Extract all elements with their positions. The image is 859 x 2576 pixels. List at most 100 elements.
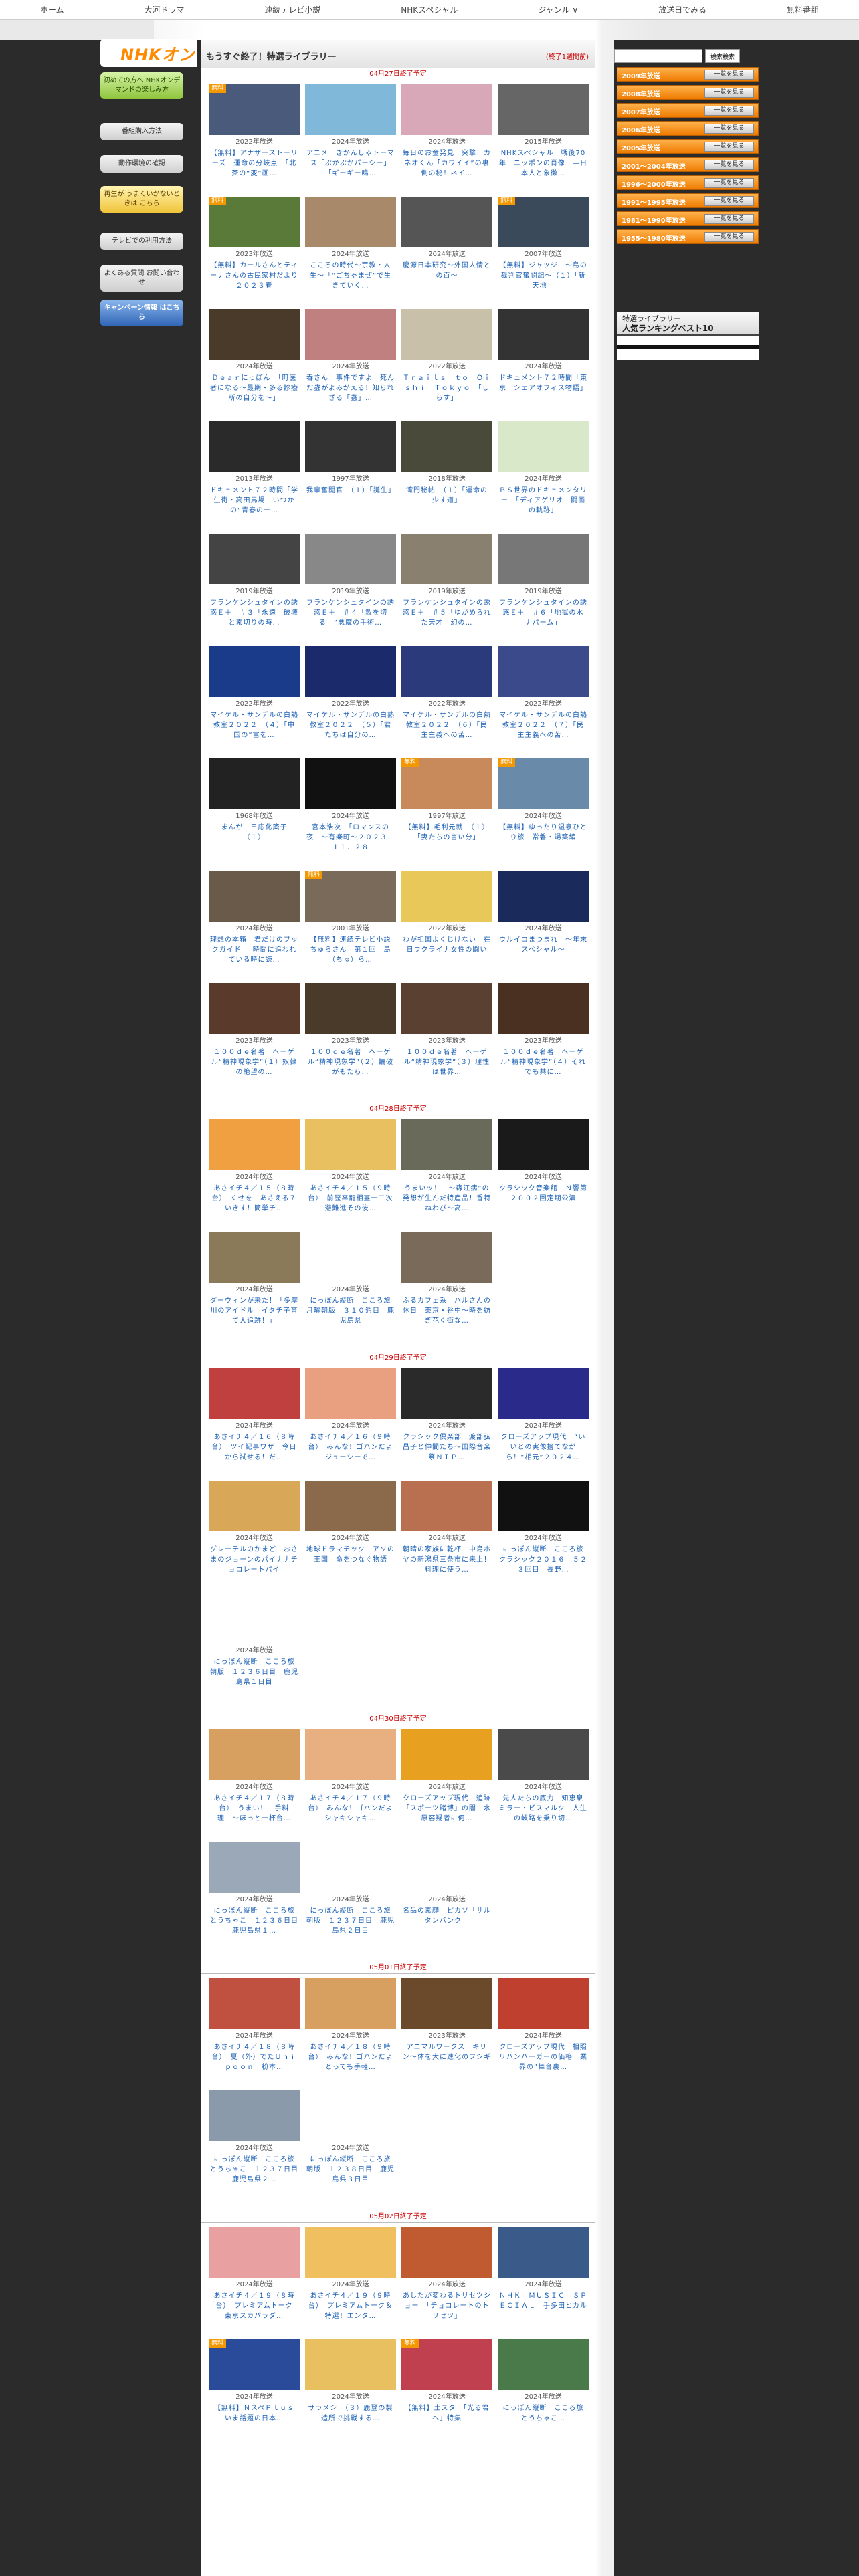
program-title-link[interactable]: Ｄｅａｒにっぽん 「町医者になる〜最期・多る診療所の自分を〜」 [210, 373, 298, 403]
program-title-link[interactable]: Ｔｒａｉｌｓ ｔｏ Ｏｉｓｈｉ Ｔｏｋｙｏ 「しらす」 [403, 373, 491, 403]
program-thumbnail[interactable] [401, 1119, 492, 1170]
program-card[interactable]: 2023年放送 アニマルワークス キリン〜体を大に進化のフシギ [401, 1978, 492, 2090]
program-card[interactable]: 無料 2001年放送 【無料】連続テレビ小説 ちゅらさん 第１回 島（ちゅ）ら… [305, 871, 396, 983]
program-card[interactable]: 2024年放送 グレーテルのかまど おさまのジョーンのパイナナチョコレートパイ [209, 1481, 300, 1593]
program-title-link[interactable]: 【無料】連続テレビ小説 ちゅらさん 第１回 島（ちゅ）ら… [306, 935, 395, 965]
program-thumbnail[interactable] [401, 534, 492, 584]
program-title-link[interactable]: クローズアップ現代 相照リハンバーガーの価格 業界の”舞台裏… [499, 2042, 587, 2072]
program-card[interactable]: 2015年放送 NHKスペシャル 戦後70年 ニッポンの肖像 ―日本人と象徴… [498, 84, 589, 197]
view-list-button[interactable]: 一覧を見る [704, 70, 754, 80]
program-thumbnail[interactable] [498, 534, 589, 584]
program-card[interactable]: 2024年放送 にっぽん縦断 こころ旅 とうちゃこ… [498, 2339, 589, 2452]
program-title-link[interactable]: あさイチ４／１７（９時台） みんな！ゴハンだよ シャキシャキ… [306, 1794, 395, 1824]
program-thumbnail[interactable] [498, 1368, 589, 1419]
program-thumbnail[interactable] [305, 1232, 396, 1283]
program-thumbnail[interactable] [305, 2339, 396, 2390]
program-thumbnail[interactable] [209, 1593, 300, 1644]
program-title-link[interactable]: 毎日のお金発見 突撃！カネオくん「カワイイ”の裏側の秘！ネイ… [403, 148, 491, 179]
program-thumbnail[interactable] [209, 534, 300, 584]
program-title-link[interactable]: にっぽん縦断 こころ旅 月曜朝版 ３１０週目 鹿児島県 [306, 1296, 395, 1326]
program-thumbnail[interactable] [401, 1842, 492, 1893]
program-thumbnail[interactable] [209, 421, 300, 472]
program-card[interactable]: 2022年放送 マイケル・サンデルの白熱教室２０２２ （６）「民主主義への苦… [401, 646, 492, 758]
program-card[interactable]: 1968年放送 まんが 日応化簗子 （１） [209, 758, 300, 871]
program-title-link[interactable]: マイケル・サンデルの白熱教室２０２２ （５）「君たちは自分の… [306, 710, 395, 740]
program-thumbnail[interactable] [209, 1481, 300, 1531]
program-title-link[interactable]: ダーウィンが来た！「多摩川のアイドル イタチ子育て大追跡！」 [210, 1296, 298, 1326]
program-card[interactable]: 2024年放送 にっぽん縦断 こころ旅 とうちゃこ １２３７日目 鹿児島県２… [209, 2090, 300, 2203]
program-title-link[interactable]: ドキュメント７２時間「東京 シェアオフィス物語」 [499, 373, 587, 393]
view-list-button[interactable]: 一覧を見る [704, 232, 754, 242]
program-card[interactable]: 無料 2022年放送 【無料】アナザーストーリーズ 運命の分岐点 「北斎の“変”画… [209, 84, 300, 197]
year-archive-item[interactable]: 1991〜1995年放送 一覧を見る [617, 193, 759, 208]
left-nav-button-2[interactable]: 動作環境の確認 [100, 155, 183, 173]
program-title-link[interactable]: こころの時代〜宗教・人生〜「“ごちゃまぜ”で生きていく… [306, 261, 395, 291]
program-card[interactable]: 2024年放送 クローズアップ現代 追跡「スポーツ賭博」の闇 水原容疑者に何… [401, 1729, 492, 1842]
program-title-link[interactable]: １００ｄｅ名著 ヘーゲル“精神現象学”（３）理性は世界… [403, 1047, 491, 1077]
view-list-button[interactable]: 一覧を見る [704, 106, 754, 116]
program-thumbnail[interactable] [209, 2090, 300, 2141]
program-thumbnail[interactable] [305, 84, 396, 135]
program-title-link[interactable]: にっぽん縦断 こころ旅 とうちゃこ １２３７日目 鹿児島県２… [210, 2155, 298, 2185]
program-card[interactable]: 2024年放送 あさイチ４／１９（９時台） プレミアムトーク＆特選！エンタ… [305, 2227, 396, 2339]
program-card[interactable]: 2024年放送 あさイチ４／１５（９時台） 前歴卒龍相臺一二次避難進その後… [305, 1119, 396, 1232]
program-thumbnail[interactable] [209, 1119, 300, 1170]
program-title-link[interactable]: フランケンシュタインの誘惑Ｅ＋ ＃５「ゆがめられた天才 幻の… [403, 598, 491, 628]
program-thumbnail[interactable] [401, 1729, 492, 1780]
year-archive-item[interactable]: 1996〜2000年放送 一覧を見る [617, 175, 759, 190]
program-card[interactable]: 2024年放送 アニメ きかんしゃトーマス「ぷかぷかパーシー」「ギーギー鳴… [305, 84, 396, 197]
program-card[interactable]: 2024年放送 サラメシ （３）鹿登の製造所で挑戦する… [305, 2339, 396, 2452]
program-thumbnail[interactable] [305, 983, 396, 1034]
program-title-link[interactable]: 【無料】ジャッジ 〜島の裁判官奮闘記〜（１）「新天地」 [499, 261, 587, 291]
left-nav-button-4[interactable]: テレビでの利用方法 [100, 233, 183, 250]
program-card[interactable]: 2024年放送 Ｄｅａｒにっぽん 「町医者になる〜最期・多る診療所の自分を〜」 [209, 309, 300, 421]
program-card[interactable]: 2018年放送 湾門秘帖 （１）「運命の少す道」 [401, 421, 492, 534]
topnav-item-0[interactable]: ホーム [40, 4, 64, 15]
program-card[interactable]: 2024年放送 こころの時代〜宗教・人生〜「“ごちゃまぜ”で生きていく… [305, 197, 396, 309]
program-title-link[interactable]: 地球ドラマチック アソの王国 命をつなぐ物語 [306, 1545, 395, 1565]
program-title-link[interactable]: にっぽん縦断 こころ旅 朝版 １２３７日目 鹿児島県２日目 [306, 1906, 395, 1936]
program-card[interactable]: 2024年放送 にっぽん縦断 こころ旅 とうちゃこ １２３６日目 鹿児島県１… [209, 1842, 300, 1954]
nhk-ondemand-logo[interactable]: NHKオン [120, 41, 195, 65]
program-thumbnail[interactable] [209, 309, 300, 360]
program-thumbnail[interactable] [209, 1978, 300, 2029]
topnav-item-3[interactable]: NHKスペシャル [401, 4, 458, 15]
program-card[interactable]: 2019年放送 フランケンシュタインの誘惑Ｅ＋ ＃６「地獄の水 ナパーム」 [498, 534, 589, 646]
program-title-link[interactable]: フランケンシュタインの誘惑Ｅ＋ ＃３「永遠 破壊と素切りの時… [210, 598, 298, 628]
year-archive-item[interactable]: 2006年放送 一覧を見る [617, 121, 759, 136]
program-title-link[interactable]: クラシック倶楽部 渡部弘昌子と仲間たち〜国際音楽祭ＮＩＰ… [403, 1432, 491, 1463]
program-title-link[interactable]: マイケル・サンデルの白熱教室２０２２ （７）「民主主義への苦… [499, 710, 587, 740]
program-title-link[interactable]: フランケンシュタインの誘惑Ｅ＋ ＃６「地獄の水 ナパーム」 [499, 598, 587, 628]
program-title-link[interactable]: 先人たちの底力 知恵泉 ミラー・ビスマルク 人生の岐路を乗り切… [499, 1794, 587, 1824]
program-thumbnail[interactable] [305, 1729, 396, 1780]
program-card[interactable]: 2024年放送 吞さん！事件ですよ 死んだ蟲がよみがえる！知られざる「蟲」… [305, 309, 396, 421]
program-title-link[interactable]: サラメシ （３）鹿登の製造所で挑戦する… [306, 2403, 395, 2424]
program-title-link[interactable]: クラシック音楽館 Ｎ響第２００２回定期公演 [499, 1184, 587, 1204]
program-title-link[interactable]: アニメ きかんしゃトーマス「ぷかぷかパーシー」「ギーギー鳴… [306, 148, 395, 179]
program-card[interactable]: 2024年放送 宮本浩次 「ロマンスの夜 〜有楽町〜２０２３．１１．２８ [305, 758, 396, 871]
program-title-link[interactable]: 宮本浩次 「ロマンスの夜 〜有楽町〜２０２３．１１．２８ [306, 823, 395, 853]
program-card[interactable]: 2019年放送 フランケンシュタインの誘惑Ｅ＋ ＃３「永遠 破壊と素切りの時… [209, 534, 300, 646]
program-thumbnail[interactable] [305, 309, 396, 360]
topnav-item-2[interactable]: 連続テレビ小説 [264, 4, 320, 15]
program-card[interactable]: 2022年放送 Ｔｒａｉｌｓ ｔｏ Ｏｉｓｈｉ Ｔｏｋｙｏ 「しらす」 [401, 309, 492, 421]
program-card[interactable]: 2024年放送 うまいッ！ 〜森江病”の発想が生んだ特産品！香特ねわび〜高… [401, 1119, 492, 1232]
program-card[interactable]: 2024年放送 毎日のお金発見 突撃！カネオくん「カワイイ”の裏側の秘！ネイ… [401, 84, 492, 197]
program-title-link[interactable]: あさイチ４／１６（８時台） ツイ記事ワザ 今日から試せる！だ… [210, 1432, 298, 1463]
program-thumbnail[interactable] [305, 2090, 396, 2141]
program-card[interactable]: 2024年放送 あさイチ４／１７（９時台） みんな！ゴハンだよ シャキシャキ… [305, 1729, 396, 1842]
left-nav-button-6[interactable]: キャンペーン情報 はこちら [100, 300, 183, 326]
program-thumbnail[interactable] [305, 1119, 396, 1170]
left-nav-button-5[interactable]: よくある質問 お問い合わせ [100, 265, 183, 292]
view-list-button[interactable]: 一覧を見る [704, 88, 754, 98]
program-title-link[interactable]: フランケンシュタインの誘惑Ｅ＋ ＃４「製を切る ”悪魔の手術… [306, 598, 395, 628]
program-title-link[interactable]: NHKスペシャル 戦後70年 ニッポンの肖像 ―日本人と象徴… [499, 148, 587, 179]
search-button[interactable]: 検索検索 [705, 49, 740, 63]
program-thumbnail[interactable]: 無料 [209, 2339, 300, 2390]
program-card[interactable]: 2024年放送 ふるカフェ系 ハルさんの休日 東京・谷中〜時を紡ぎ花く街な… [401, 1232, 492, 1344]
program-thumbnail[interactable] [498, 1119, 589, 1170]
program-thumbnail[interactable] [401, 197, 492, 247]
year-archive-item[interactable]: 2007年放送 一覧を見る [617, 103, 759, 118]
program-title-link[interactable]: あさイチ４／１８（８時台） 夏（外）でたＵｎｉｐｏｏｎ 粉本… [210, 2042, 298, 2072]
program-card[interactable]: 2024年放送 にっぽん縦断 こころ旅 月曜朝版 ３１０週目 鹿児島県 [305, 1232, 396, 1344]
